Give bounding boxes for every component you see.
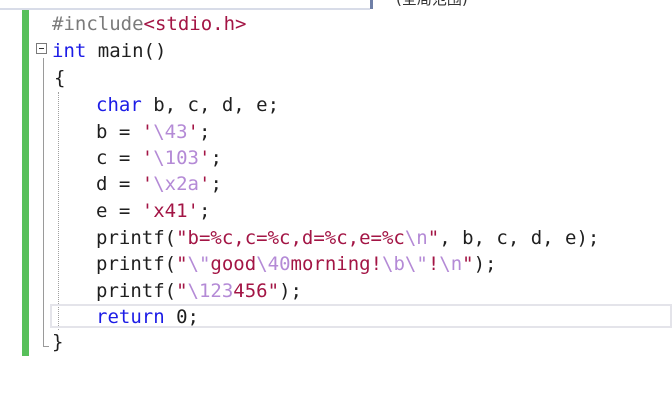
escape-sequence: \x2a xyxy=(153,173,199,195)
argument-list: , b, c, d, e); xyxy=(439,227,600,249)
tab-divider xyxy=(0,8,370,10)
keyword-char: char xyxy=(96,94,142,116)
semicolon: ; xyxy=(187,306,199,328)
code-line-assign-e[interactable]: e = 'x41'; xyxy=(96,199,210,223)
semicolon: ; xyxy=(198,200,211,222)
string-quote-close: " xyxy=(462,253,474,275)
variable-list: b, c, d, e; xyxy=(153,94,280,116)
assign-lhs: e = xyxy=(96,200,142,222)
escape-sequence: \b xyxy=(382,253,405,275)
code-line-printf-2[interactable]: printf("\"good\40morning!\b\"!\n"); xyxy=(96,252,497,276)
code-line-assign-c[interactable]: c = '\103'; xyxy=(96,146,222,170)
fold-guide-end xyxy=(43,346,49,347)
char-quote-close: ' xyxy=(198,173,211,195)
scope-dropdown-border xyxy=(370,0,373,9)
assign-lhs: c = xyxy=(96,147,142,169)
function-call-printf: printf( xyxy=(96,253,177,275)
function-call-printf: printf( xyxy=(96,227,177,249)
escape-sequence: \" xyxy=(187,253,211,275)
escape-sequence: \" xyxy=(404,253,428,275)
collapse-toggle-icon[interactable] xyxy=(36,43,47,54)
char-quote-open: ' xyxy=(141,121,154,143)
escape-sequence: \n xyxy=(439,253,463,275)
format-string: "b=%c,c=%c,d=%c,e=%c xyxy=(176,227,405,249)
string-quote-open: " xyxy=(176,253,188,275)
function-name-main: main xyxy=(97,40,144,62)
code-line-char-decl[interactable]: char b, c, d, e; xyxy=(96,93,279,117)
function-call-printf: printf( xyxy=(96,280,177,302)
string-segment: morning! xyxy=(290,253,383,275)
escape-sequence: \123 xyxy=(187,280,234,302)
indent-guide xyxy=(58,92,59,330)
escape-sequence: \n xyxy=(404,227,428,249)
char-quote-open: ' xyxy=(141,173,154,195)
escape-sequence: \103 xyxy=(153,147,199,169)
code-line-printf-1[interactable]: printf("b=%c,c=%c,d=%c,e=%c\n", b, c, d,… xyxy=(96,226,599,250)
return-value: 0 xyxy=(176,306,188,328)
char-literal: 'x41' xyxy=(141,200,199,222)
char-quote-close: ' xyxy=(187,121,199,143)
semicolon: ; xyxy=(210,173,222,195)
preprocessor-directive: #include xyxy=(52,13,144,35)
escape-sequence: \40 xyxy=(256,253,291,275)
code-line-open-brace[interactable]: { xyxy=(54,66,65,90)
string-quote-close: " xyxy=(427,227,440,249)
string-quote-open: " xyxy=(176,280,188,302)
code-line-assign-b[interactable]: b = '\43'; xyxy=(96,120,210,144)
char-quote-close: ' xyxy=(198,147,211,169)
string-segment: 456" xyxy=(233,280,280,302)
code-line-assign-d[interactable]: d = '\x2a'; xyxy=(96,172,222,196)
string-segment: good xyxy=(210,253,257,275)
keyword-return: return xyxy=(96,306,165,328)
escape-sequence: \43 xyxy=(153,121,188,143)
close-brace: } xyxy=(52,331,64,353)
include-header: <stdio.h> xyxy=(143,13,247,35)
string-segment: ! xyxy=(427,253,440,275)
code-line-main-signature[interactable]: int main() xyxy=(52,39,166,63)
code-editor[interactable]: (全局范围) #include<stdio.h> int main() { ch… xyxy=(0,0,672,420)
code-line-close-brace[interactable]: } xyxy=(52,330,63,354)
keyword-int: int xyxy=(52,40,87,62)
open-brace: { xyxy=(54,67,66,89)
tab-strip: (全局范围) xyxy=(0,0,672,10)
call-end: ); xyxy=(279,280,302,302)
assign-lhs: d = xyxy=(96,173,142,195)
parens: () xyxy=(143,40,167,62)
char-quote-open: ' xyxy=(141,147,154,169)
semicolon: ; xyxy=(210,147,222,169)
change-tracking-bar xyxy=(22,10,29,356)
code-line-return[interactable]: return 0; xyxy=(96,305,199,329)
code-line-include[interactable]: #include<stdio.h> xyxy=(52,12,246,36)
assign-lhs: b = xyxy=(96,121,142,143)
fold-guide-line xyxy=(43,58,44,346)
scope-dropdown-label[interactable]: (全局范围) xyxy=(396,0,468,9)
code-line-printf-3[interactable]: printf("\123456"); xyxy=(96,279,302,303)
semicolon: ; xyxy=(199,121,211,143)
call-end: ); xyxy=(473,253,497,275)
